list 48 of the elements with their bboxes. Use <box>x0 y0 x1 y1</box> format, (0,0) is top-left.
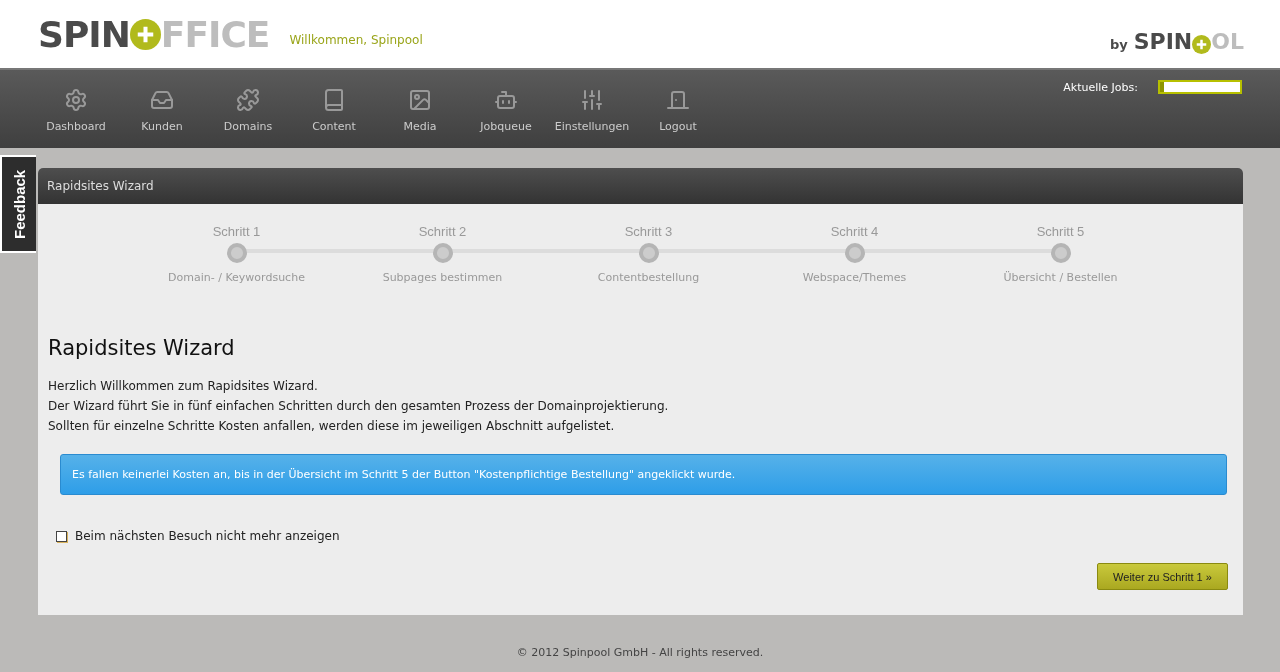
door-icon <box>666 88 690 112</box>
image-icon <box>408 88 432 112</box>
step-dot <box>226 243 247 263</box>
page-heading: Rapidsites Wizard <box>48 336 236 360</box>
panel-title: Rapidsites Wizard <box>38 168 1243 204</box>
info-banner: Es fallen keinerlei Kosten an, bis in der Übersicht im Schritt 5 der Button "Kostenpflichtige Bestellung" angeklickt wurde. <box>60 454 1227 495</box>
spinoffice-logo: SPIN FFICE <box>38 13 270 55</box>
step-label: Contentbestellung <box>597 271 700 284</box>
next-step-button[interactable]: Weiter zu Schritt 1 » <box>1097 563 1228 590</box>
plus-circle-icon <box>129 18 161 50</box>
nav-item[interactable]: Jobqueue <box>463 70 549 148</box>
step-label: Subpages bestimmen <box>382 271 503 284</box>
step-label: Webspace/Themes <box>802 271 907 284</box>
welcome-text: Willkommen, Spinpool <box>289 33 423 47</box>
step-dot <box>1050 243 1071 263</box>
step-dot <box>638 243 659 263</box>
intro-text: Herzlich Willkommen zum Rapidsites Wizard. <box>48 378 319 395</box>
nav-item[interactable]: Logout <box>635 70 721 148</box>
nav-item[interactable]: Einstellungen <box>549 70 635 148</box>
nav-item[interactable]: Media <box>377 70 463 148</box>
sliders-icon <box>580 88 604 112</box>
checkbox-label: Beim nächsten Besuch nicht mehr anzeigen <box>75 529 340 543</box>
intro-text: Sollten für einzelne Schritte Kosten anfallen, werden diese im jeweiligen Abschnitt aufgelistet. <box>48 418 616 435</box>
step-dot <box>432 243 453 263</box>
nav-item[interactable]: Dashboard <box>33 70 119 148</box>
feedback-tab[interactable]: Feedback <box>0 155 36 253</box>
spinpool-logo: by SPIN OL <box>1109 28 1244 54</box>
book-icon <box>322 88 346 112</box>
puzzle-icon <box>236 88 260 112</box>
checkbox[interactable] <box>56 530 67 542</box>
copyright-text: © 2012 Spinpool GmbH - All rights reserved. <box>515 646 765 659</box>
step-label: Domain- / Keywordsuche <box>168 271 305 284</box>
intro-text: Der Wizard führt Sie in fünf einfachen Schritten durch den gesamten Prozess der Domainprojektierung. <box>48 398 670 415</box>
step-title: Schritt 2 <box>418 224 467 239</box>
step-title: Schritt 5 <box>1036 224 1085 239</box>
step-title: Schritt 1 <box>212 224 261 239</box>
robot-icon <box>494 88 518 112</box>
step-dot <box>844 243 865 263</box>
gear-icon <box>64 88 88 112</box>
nav-item[interactable]: Kunden <box>119 70 205 148</box>
step-title: Schritt 3 <box>624 224 673 239</box>
inbox-icon <box>150 88 174 112</box>
step-title: Schritt 4 <box>830 224 879 239</box>
step-label: Übersicht / Bestellen <box>1003 271 1118 284</box>
nav-item[interactable]: Content <box>291 70 377 148</box>
nav-item[interactable]: Domains <box>205 70 291 148</box>
jobs-label: Aktuelle Jobs: <box>1063 81 1138 94</box>
plus-circle-icon <box>1192 34 1212 54</box>
